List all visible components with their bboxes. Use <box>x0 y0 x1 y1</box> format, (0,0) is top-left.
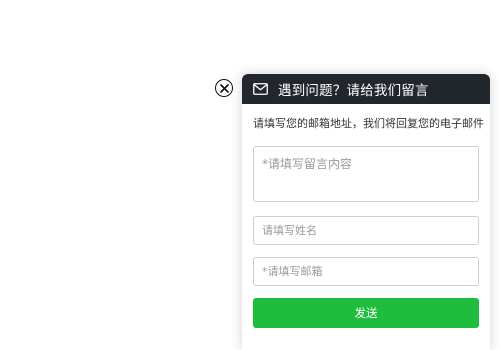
send-button[interactable]: 发送 <box>253 298 479 328</box>
page: 遇到问题？请给我们留言 请填写您的邮箱地址，我们将回复您的电子邮件 发送 <box>0 0 500 350</box>
message-field[interactable] <box>253 146 479 202</box>
mail-icon <box>253 83 268 95</box>
close-icon[interactable] <box>215 79 233 97</box>
hint-text: 请填写您的邮箱地址，我们将回复您的电子邮件 <box>253 117 484 130</box>
close-x-glyph <box>219 83 229 93</box>
email-field[interactable] <box>253 257 479 286</box>
panel-body: 请填写您的邮箱地址，我们将回复您的电子邮件 发送 <box>242 115 490 328</box>
name-field[interactable] <box>253 216 479 245</box>
feedback-panel: 遇到问题？请给我们留言 请填写您的邮箱地址，我们将回复您的电子邮件 发送 <box>242 74 490 350</box>
panel-title: 遇到问题？请给我们留言 <box>278 83 429 99</box>
panel-header: 遇到问题？请给我们留言 <box>242 74 490 104</box>
